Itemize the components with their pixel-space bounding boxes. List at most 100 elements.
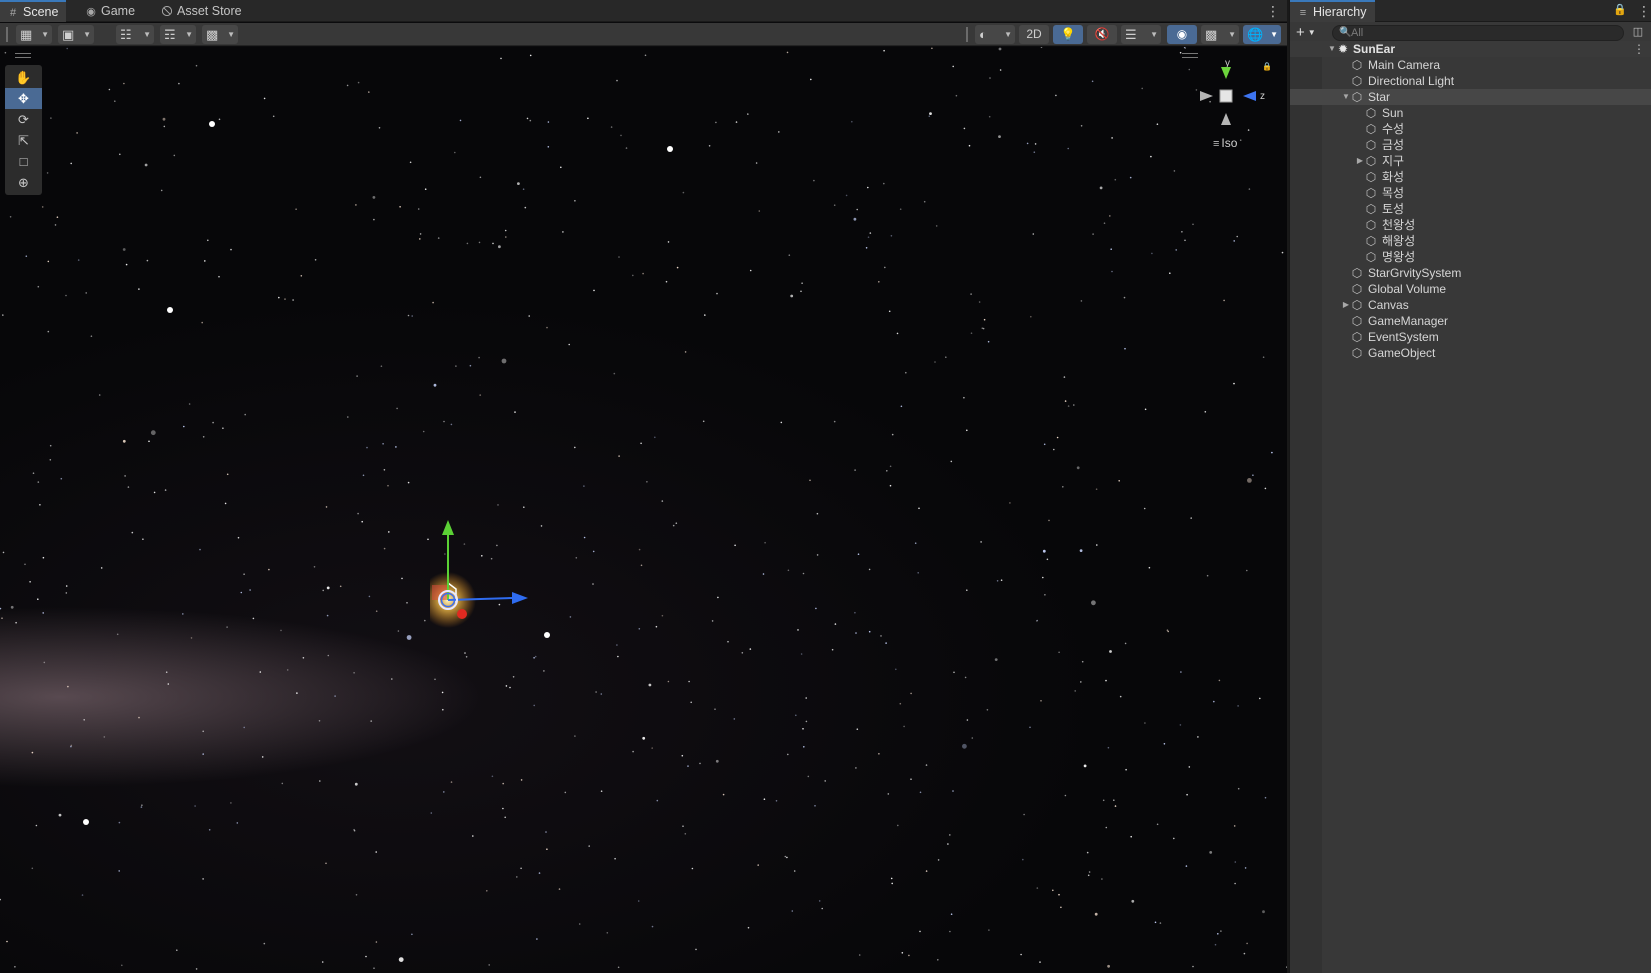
hierarchy-item[interactable]: ⬡ GameObject [1290, 345, 1651, 361]
move-tool-button[interactable]: ✥ [5, 88, 42, 109]
hierarchy-item[interactable]: ⬡ 천왕성 [1290, 217, 1651, 233]
tab-asset-store[interactable]: 🛇 Asset Store [154, 0, 250, 22]
scene-kebab-icon[interactable]: ⋮ [1633, 41, 1645, 57]
hierarchy-item[interactable]: ⬡ GameManager [1290, 313, 1651, 329]
star [296, 692, 298, 694]
hierarchy-item[interactable]: ▶ ⬡ 지구 [1290, 153, 1651, 169]
star [934, 361, 936, 363]
hierarchy-item[interactable]: ⬡ EventSystem [1290, 329, 1651, 345]
hierarchy-item[interactable]: ⬡ Main Camera [1290, 57, 1651, 73]
scene-row[interactable]: ▼ ✹ SunEar ⋮ [1290, 41, 1651, 57]
create-button[interactable]: + ▼ [1296, 25, 1316, 41]
star [118, 870, 120, 872]
star [1053, 448, 1055, 451]
hierarchy-item[interactable]: ⬡ 수성 [1290, 121, 1651, 137]
star [749, 648, 752, 650]
hierarchy-item[interactable]: ⬡ 목성 [1290, 185, 1651, 201]
star [319, 780, 321, 782]
axis-y-arrow[interactable] [442, 520, 454, 535]
star [569, 616, 572, 618]
gamepad-icon: ◉ [86, 6, 96, 18]
rect-tool-button[interactable]: □ [5, 151, 42, 172]
star [1248, 188, 1251, 190]
camera-icon: ▩ [1205, 27, 1218, 42]
toggle-lighting-button[interactable]: 💡 [1053, 25, 1083, 44]
star [587, 117, 589, 120]
axis-z-cone[interactable] [1243, 91, 1256, 101]
scene-viewport[interactable]: ✋ ✥ ⟳ ⇱ □ ⊕ y z 🔒 ≡ Iso [0, 47, 1287, 973]
hierarchy-item[interactable]: ⬡ Directional Light [1290, 73, 1651, 89]
axis-x-handle[interactable] [457, 609, 467, 619]
effects-dropdown[interactable]: ☰ ▼ [1121, 25, 1161, 44]
star [803, 746, 805, 748]
hierarchy-item[interactable]: ⬡ 화성 [1290, 169, 1651, 185]
star [127, 486, 130, 488]
hierarchy-item[interactable]: ▼ ⬡ Star [1290, 89, 1651, 105]
camera-settings-dropdown[interactable]: ▩ ▼ [1201, 25, 1239, 44]
scene-visibility-button[interactable]: ◉ [1167, 25, 1197, 44]
projection-toggle[interactable]: ≡ Iso [1213, 136, 1237, 150]
toggle-audio-button[interactable]: 🔇 [1087, 25, 1117, 44]
grid-snapping-dropdown[interactable]: ☷ ▼ [116, 25, 154, 44]
shading-mode-dropdown[interactable]: ◐ ▼ [975, 25, 1015, 44]
orientation-gizmo[interactable]: y z 🔒 [1196, 57, 1270, 137]
star [545, 831, 547, 833]
rotate-tool-button[interactable]: ⟳ [5, 109, 42, 130]
star [1083, 764, 1087, 768]
scene-visibility-icon[interactable]: ◫ [1631, 25, 1645, 39]
hierarchy-item[interactable]: ⬡ 해왕성 [1290, 233, 1651, 249]
increment-snap-dropdown[interactable]: ☶ ▼ [160, 25, 196, 44]
star [1239, 139, 1242, 141]
draw-mode-dropdown[interactable]: ▦ ▼ [16, 25, 52, 44]
hierarchy-item[interactable]: ⬡ Sun [1290, 105, 1651, 121]
star [618, 256, 620, 258]
star [970, 332, 973, 335]
hierarchy-item[interactable]: ⬡ StarGrvitySystem [1290, 265, 1651, 281]
tools-overlay-handle[interactable] [15, 53, 31, 58]
axis-neg-z-cone[interactable] [1200, 91, 1213, 101]
align-dropdown[interactable]: ▩ ▼ [202, 25, 238, 44]
hierarchy-item[interactable]: ⬡ 명왕성 [1290, 249, 1651, 265]
star [208, 829, 211, 831]
star [675, 522, 678, 524]
lock-icon[interactable]: 🔒 [1613, 0, 1627, 22]
hierarchy-item[interactable]: ▶ ⬡ Canvas [1290, 297, 1651, 313]
gizmo-center-cube[interactable] [1219, 89, 1233, 103]
gizmo-lock-icon[interactable]: 🔒 [1262, 62, 1270, 71]
hierarchy-item[interactable]: ⬡ 토성 [1290, 201, 1651, 217]
move-handles-gizmo[interactable] [430, 505, 550, 635]
tab-hierarchy[interactable]: ≡ Hierarchy [1290, 0, 1375, 22]
gizmo-globe-icon: 🌐 [1247, 27, 1264, 42]
star [1064, 400, 1067, 402]
layers-icon: ☰ [1125, 27, 1137, 42]
star [574, 200, 576, 202]
star [963, 127, 966, 130]
star [47, 330, 50, 333]
hierarchy-item[interactable]: ⬡ Global Volume [1290, 281, 1651, 297]
star [9, 216, 12, 218]
scale-tool-button[interactable]: ⇱ [5, 130, 42, 151]
hierarchy-item[interactable]: ⬡ 금성 [1290, 137, 1651, 153]
hierarchy-item-label: Global Volume [1368, 282, 1447, 296]
star [646, 481, 648, 483]
star [278, 296, 280, 299]
axis-y-cone[interactable] [1221, 67, 1231, 79]
gizmos-dropdown[interactable]: 🌐 ▼ [1243, 25, 1281, 44]
pivot-dropdown[interactable]: ▣ ▼ [58, 25, 94, 44]
hierarchy-menu-kebab-icon[interactable]: ⋮ [1637, 0, 1651, 22]
scene-menu-kebab-icon[interactable]: ⋮ [1266, 0, 1280, 22]
star [600, 693, 603, 695]
star [845, 194, 848, 197]
chevron-down-icon: ▼ [227, 30, 235, 39]
toggle-2d-button[interactable]: 2D [1019, 25, 1049, 44]
axis-z-arrow[interactable] [512, 592, 528, 604]
tab-scene[interactable]: # Scene [0, 0, 67, 22]
axis-neg-y-cone[interactable] [1221, 113, 1231, 125]
tools-overlay: ✋ ✥ ⟳ ⇱ □ ⊕ [5, 65, 42, 195]
star [459, 119, 462, 122]
hand-tool-button[interactable]: ✋ [5, 67, 42, 88]
tab-game[interactable]: ◉ Game [78, 0, 143, 22]
star [1271, 451, 1273, 454]
hierarchy-search-input[interactable] [1351, 26, 1611, 40]
transform-tool-button[interactable]: ⊕ [5, 172, 42, 193]
